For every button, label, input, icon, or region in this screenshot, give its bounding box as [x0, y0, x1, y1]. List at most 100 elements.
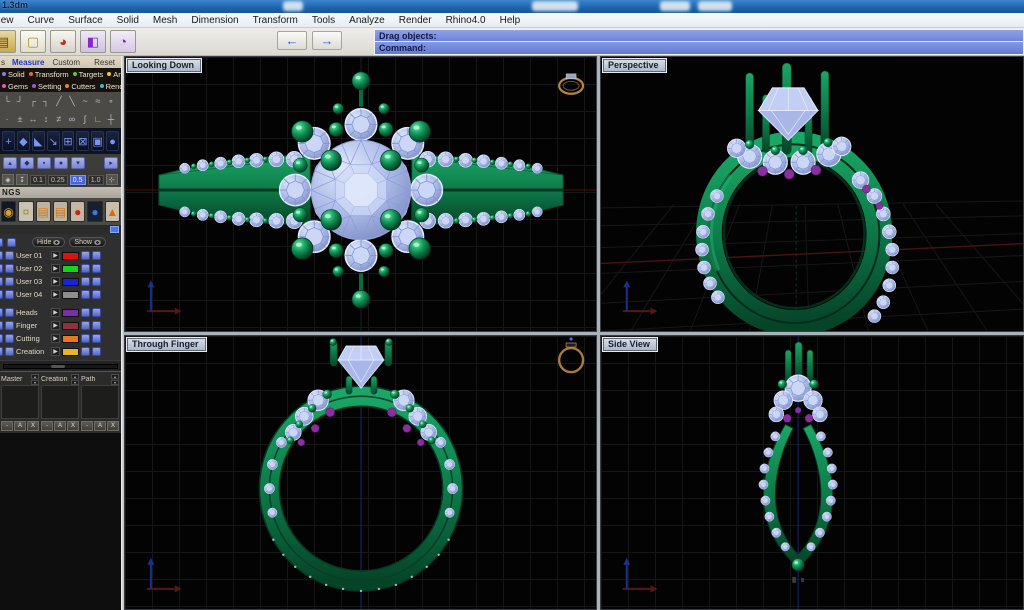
builder-list[interactable] [81, 385, 119, 419]
layer-visibility-button[interactable] [92, 321, 101, 330]
layer-color-swatch[interactable] [62, 291, 79, 299]
menu-view[interactable]: View [0, 15, 23, 26]
option-button[interactable]: ● [54, 157, 68, 169]
viewport-label[interactable]: Looking Down [127, 59, 201, 72]
builder-a-button[interactable]: A [14, 421, 26, 431]
tab-fragment[interactable]: s [0, 58, 8, 67]
up-button[interactable]: ▴ [111, 374, 119, 379]
builder-x-button[interactable]: X [67, 421, 79, 431]
tab-targets[interactable]: Targets [71, 70, 106, 79]
figure-icon[interactable]: ▲ [105, 201, 120, 222]
folder-icon[interactable]: ▤ [53, 201, 68, 222]
corner-icon[interactable]: ◣ [32, 131, 45, 151]
builder-list[interactable] [41, 385, 79, 419]
curve-tool-icon[interactable]: ┌ [28, 94, 38, 108]
menu-dimension[interactable]: Dimension [186, 15, 247, 26]
layer-visibility-button[interactable] [92, 347, 101, 356]
menu-render[interactable]: Render [394, 15, 441, 26]
viewport-label[interactable]: Side View [603, 338, 657, 351]
cropped-layer-button[interactable] [5, 308, 14, 317]
cropped-layer-button[interactable] [0, 277, 3, 286]
layer-visibility-button[interactable] [92, 308, 101, 317]
layer-color-swatch[interactable] [62, 278, 79, 286]
pan-icon[interactable]: + [2, 131, 15, 151]
curve-tool-icon[interactable]: ~ [80, 94, 90, 108]
layer-row[interactable]: Heads ▶ [0, 306, 121, 319]
tab-render[interactable]: Render [98, 82, 121, 91]
layer-play-button[interactable]: ▶ [51, 264, 60, 273]
tab-measure[interactable]: Measure [8, 58, 48, 67]
layer-color-swatch[interactable] [62, 265, 79, 273]
curve-tool-icon[interactable]: ╲ [67, 94, 77, 108]
viewport-canvas[interactable] [125, 336, 596, 609]
layer-lock-button[interactable] [81, 251, 90, 260]
cropped-layer-button[interactable] [0, 290, 3, 299]
show-button[interactable]: Show [69, 237, 106, 247]
cropped-layer-button[interactable] [5, 277, 14, 286]
option-button[interactable]: ▾ [71, 157, 85, 169]
forward-arrow-button[interactable]: → [312, 31, 342, 50]
curve-tool-icon[interactable]: ∫ [80, 112, 90, 126]
viewport-label[interactable]: Perspective [603, 59, 666, 72]
lasso-sphere-icon[interactable]: ◔ [110, 30, 136, 53]
option-button[interactable]: ▴ [3, 157, 17, 169]
page-icon[interactable]: ▢ [20, 30, 46, 53]
scroll-thumb[interactable] [51, 365, 65, 368]
cropped-layer-button[interactable] [0, 347, 3, 356]
curve-tool-icon[interactable]: ≠ [54, 112, 64, 126]
cropped-layer-button[interactable] [0, 264, 3, 273]
layer-row[interactable]: Creation ▶ [0, 345, 121, 358]
cropped-layer-button[interactable] [0, 308, 3, 317]
grid-box-icon[interactable]: ⊞ [62, 131, 75, 151]
globe-icon[interactable]: ● [106, 131, 119, 151]
menu-solid[interactable]: Solid [112, 15, 148, 26]
curve-tool-icon[interactable]: └ [2, 94, 12, 108]
curve-tool-icon[interactable]: ↕ [41, 112, 51, 126]
layer-row[interactable]: Cutting ▶ [0, 332, 121, 345]
layer-play-button[interactable]: ▶ [51, 251, 60, 260]
layer-lock-button[interactable] [81, 334, 90, 343]
layer-play-button[interactable]: ▶ [51, 321, 60, 330]
tab-solid[interactable]: Solid [0, 70, 27, 79]
layer-play-button[interactable]: ▶ [51, 347, 60, 356]
curve-tool-icon[interactable]: ┘ [15, 94, 25, 108]
tab-art[interactable]: Art [105, 70, 121, 79]
layer-lock-button[interactable] [81, 277, 90, 286]
snap-value-active[interactable]: 0.5 [70, 175, 86, 185]
viewport-label[interactable]: Through Finger [127, 338, 206, 351]
grid-snap-icon[interactable]: ⊹ [106, 174, 118, 185]
layer-lock-button[interactable] [81, 347, 90, 356]
menu-curve[interactable]: Curve [23, 15, 64, 26]
curve-tool-icon[interactable]: ∘ [106, 94, 116, 108]
layer-play-button[interactable]: ▶ [51, 334, 60, 343]
layer-row[interactable]: User 02 ▶ [0, 262, 121, 275]
curve-tool-icon[interactable]: ↔ [28, 112, 38, 126]
cropped-layer-button[interactable] [0, 334, 3, 343]
viewport-canvas[interactable] [601, 57, 1023, 331]
layer-color-swatch[interactable] [62, 252, 79, 260]
curve-tool-icon[interactable]: ∙ [2, 112, 12, 126]
layer-play-button[interactable]: ▶ [51, 277, 60, 286]
cropped-layer-button[interactable] [0, 321, 3, 330]
layer-visibility-button[interactable] [92, 277, 101, 286]
command-input-line[interactable]: Command: [375, 42, 1023, 54]
layer-lock-button[interactable] [81, 264, 90, 273]
menu-surface[interactable]: Surface [63, 15, 111, 26]
option-button[interactable]: ▪ [37, 157, 51, 169]
curve-tool-icon[interactable]: ≈ [93, 94, 103, 108]
cropped-layer-button[interactable] [5, 334, 14, 343]
layer-row[interactable]: Finger ▶ [0, 319, 121, 332]
curve-tool-icon[interactable]: ╱ [54, 94, 64, 108]
menu-transform[interactable]: Transform [248, 15, 307, 26]
layer-play-button[interactable]: ▶ [51, 308, 60, 317]
tab-cutters[interactable]: Cutters [63, 82, 97, 91]
cropped-layer-button[interactable] [5, 347, 14, 356]
layer-color-swatch[interactable] [62, 335, 79, 343]
option-button[interactable]: ◆ [20, 157, 34, 169]
move-icon[interactable]: ◆ [17, 131, 30, 151]
viewport-side-view[interactable]: Side View [600, 335, 1024, 610]
layer-color-swatch[interactable] [62, 322, 79, 330]
tab-gems[interactable]: Gems [0, 82, 30, 91]
pin-snap-icon[interactable]: ↧ [16, 174, 28, 185]
viewport-perspective[interactable]: Perspective [600, 56, 1024, 332]
